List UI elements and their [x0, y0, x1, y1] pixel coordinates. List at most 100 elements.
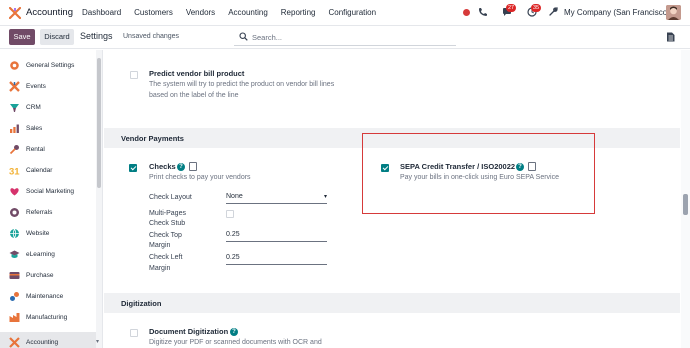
recording-dot-icon[interactable]	[463, 9, 470, 16]
sidebar-item-social-marketing[interactable]: Social Marketing	[0, 181, 96, 202]
menu-accounting[interactable]: Accounting	[228, 8, 268, 17]
document-icon[interactable]	[666, 32, 675, 42]
user-avatar-image	[666, 5, 681, 20]
check-top-margin-input[interactable]: 0.25	[226, 231, 327, 242]
svg-text:31: 31	[9, 167, 20, 177]
sidebar-item-label: Maintenance	[26, 293, 64, 300]
section-title: Vendor Payments	[121, 134, 184, 143]
document-digitization-help-icon[interactable]: ?	[230, 328, 238, 336]
document-digitization-title: Document Digitization	[149, 327, 229, 336]
elearning-cap-icon	[9, 250, 20, 258]
sidebar-scrollbar-thumb[interactable]	[97, 58, 101, 188]
sidebar-item-label: Sales	[26, 125, 43, 132]
sidebar-item-label: Purchase	[26, 272, 54, 279]
search-icon	[239, 32, 248, 41]
phone-icon[interactable]	[478, 7, 488, 17]
sidebar-item-general-settings[interactable]: General Settings	[0, 55, 96, 76]
sidebar-item-accounting[interactable]: Accounting	[0, 332, 96, 348]
menu-dashboard[interactable]: Dashboard	[82, 8, 121, 17]
crm-icon	[10, 104, 19, 112]
top-navbar: Accounting Dashboard Customers Vendors A…	[0, 0, 690, 26]
sidebar-item-label: Calendar	[26, 167, 53, 174]
multi-pages-checkbox[interactable]	[226, 210, 234, 218]
control-panel: Save Discard Settings Unsaved changes Se…	[0, 26, 690, 49]
document-digitization-desc: Digitize your PDF or scanned documents w…	[149, 339, 322, 346]
check-left-label-1: Check Left	[149, 254, 183, 261]
chat-badge: 27	[506, 4, 517, 12]
discard-button[interactable]: Discard	[40, 29, 74, 45]
checks-checkbox[interactable]	[129, 164, 137, 172]
unsaved-status: Unsaved changes	[123, 33, 180, 40]
check-top-margin-value: 0.25	[226, 231, 240, 238]
manufacturing-icon	[9, 313, 20, 322]
sidebar-item-label: CRM	[26, 104, 41, 111]
sidebar-item-sales[interactable]: Sales	[0, 118, 96, 139]
check-top-label-2: Margin	[149, 242, 171, 249]
menu-configuration[interactable]: Configuration	[328, 8, 376, 17]
debug-wrench-icon[interactable]	[548, 7, 558, 17]
digitization-section-header: Digitization	[104, 293, 680, 313]
checks-help-icon[interactable]: ?	[177, 163, 185, 171]
sidebar-item-crm[interactable]: CRM	[0, 97, 96, 118]
sidebar-item-label: Website	[26, 230, 50, 237]
website-globe-icon	[10, 228, 19, 239]
sidebar-item-elearning[interactable]: eLearning	[0, 244, 96, 265]
sidebar-item-purchase[interactable]: Purchase	[0, 265, 96, 286]
check-left-margin-input[interactable]: 0.25	[226, 254, 327, 265]
sidebar-item-events[interactable]: Events	[0, 76, 96, 97]
sidebar-item-label: Referrals	[26, 209, 53, 216]
check-left-margin-value: 0.25	[226, 254, 240, 261]
check-left-label-2: Margin	[149, 265, 171, 272]
sidebar-item-label: Manufacturing	[26, 314, 68, 321]
check-top-label-1: Check Top	[149, 232, 182, 239]
main-menu: Dashboard Customers Vendors Accounting R…	[82, 8, 389, 17]
sepa-highlight-box	[362, 133, 595, 214]
multi-pages-label-1: Multi-Pages	[149, 210, 186, 217]
sidebar-item-manufacturing[interactable]: Manufacturing	[0, 307, 96, 328]
menu-reporting[interactable]: Reporting	[281, 8, 316, 17]
document-digitization-checkbox[interactable]	[130, 329, 138, 337]
search-placeholder: Search...	[252, 33, 283, 42]
section-title: Digitization	[121, 299, 162, 308]
predict-vendor-bill-checkbox[interactable]	[130, 71, 138, 79]
check-layout-label: Check Layout	[149, 194, 192, 201]
checks-desc: Print checks to pay your vendors	[149, 174, 251, 181]
social-marketing-icon	[10, 188, 19, 196]
user-avatar[interactable]	[666, 5, 681, 20]
settings-sidebar: General Settings Events CRM Sales Rental…	[0, 50, 103, 348]
checks-doc-icon[interactable]	[189, 162, 197, 171]
purchase-card-icon	[9, 272, 20, 279]
sidebar-item-label: Rental	[26, 146, 45, 153]
sidebar-item-referrals[interactable]: Referrals	[0, 202, 96, 223]
predict-vendor-bill-title: Predict vendor bill product	[149, 69, 245, 78]
checks-title: Checks	[149, 162, 176, 171]
sales-icon	[10, 124, 19, 133]
sidebar-item-label: General Settings	[26, 62, 75, 69]
breadcrumb-title: Settings	[80, 31, 113, 41]
gear-icon	[10, 61, 19, 70]
events-icon	[9, 81, 20, 92]
sidebar-item-calendar[interactable]: 31 Calendar	[0, 160, 96, 181]
predict-vendor-bill-desc-1: The system will try to predict the produ…	[149, 81, 335, 88]
sidebar-scroll-down-icon[interactable]: ▾	[96, 338, 99, 345]
calendar-icon: 31	[9, 167, 20, 177]
save-button[interactable]: Save	[9, 29, 35, 45]
app-name[interactable]: Accounting	[26, 7, 73, 18]
sidebar-item-label: eLearning	[26, 251, 55, 258]
check-layout-value: None	[226, 193, 243, 200]
chevron-down-icon: ▾	[323, 194, 327, 200]
accounting-app-icon[interactable]	[9, 7, 21, 19]
rental-key-icon	[9, 145, 19, 155]
sidebar-item-maintenance[interactable]: Maintenance	[0, 286, 96, 307]
search-input[interactable]: Search...	[234, 28, 456, 46]
sidebar-item-rental[interactable]: Rental	[0, 139, 96, 160]
activity-badge: 35	[531, 4, 542, 12]
referrals-icon	[10, 208, 19, 217]
sidebar-item-label: Accounting	[26, 339, 59, 346]
check-layout-select[interactable]: None ▾	[226, 193, 327, 204]
menu-customers[interactable]: Customers	[134, 8, 173, 17]
menu-vendors[interactable]: Vendors	[186, 8, 215, 17]
sidebar-item-website[interactable]: Website	[0, 223, 96, 244]
company-switcher[interactable]: My Company (San Francisco)	[564, 8, 670, 17]
main-scrollbar-thumb[interactable]	[683, 194, 688, 215]
